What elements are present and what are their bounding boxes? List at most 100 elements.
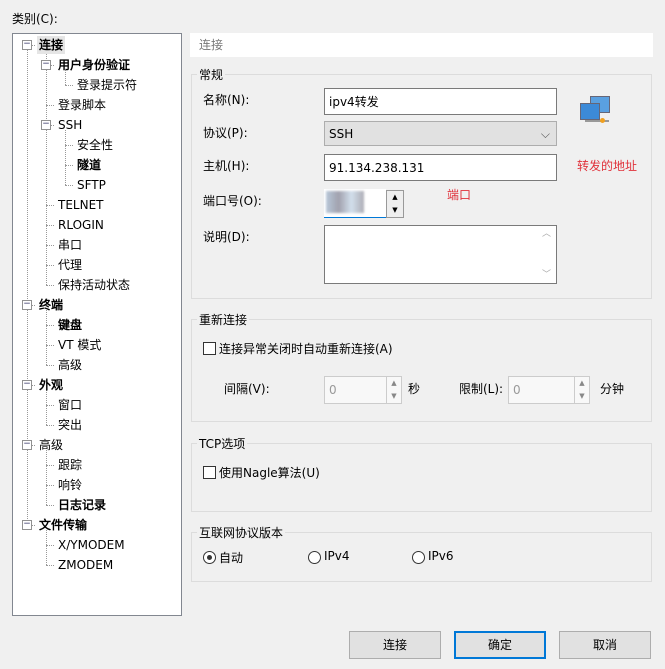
ip-version-title: 互联网协议版本 [197,524,286,541]
tree-item[interactable]: 串口 [58,236,82,254]
tree-item[interactable]: RLOGIN [58,216,104,234]
tree-item[interactable]: ZMODEM [58,556,113,574]
name-label: 名称(N): [203,93,250,107]
limit-label: 限制(L): [459,382,504,396]
limit-input[interactable]: 0 ▲ ▼ [508,376,590,404]
interval-input[interactable]: 0 ▲ ▼ [324,376,402,404]
tree-item[interactable]: 隧道 [77,156,101,174]
port-label: 端口号(O): [203,194,262,208]
radio-ipv6[interactable] [412,551,425,564]
tree-item[interactable]: 文件传输 [39,516,87,534]
host-note: 转发的地址 [577,159,638,173]
tree-item[interactable]: 终端 [39,296,63,314]
tree-line [65,130,66,185]
tree-line [46,365,54,366]
connect-button[interactable]: 连接 [349,631,441,659]
tree-item[interactable]: 用户身份验证 [58,56,130,74]
collapse-icon[interactable]: − [22,40,32,50]
reconnect-group [191,319,652,422]
category-tree[interactable]: − 连接 − 用户身份验证 登录提示符 登录脚本 − SSH 安全性 隧道 SFTP TELNET RL… [12,33,182,616]
tree-line [46,390,47,425]
scroll-up-icon[interactable]: ︿ [542,228,551,240]
collapse-icon[interactable]: − [22,440,32,450]
tree-item[interactable]: SSH [58,116,82,134]
tree-item[interactable]: TELNET [58,196,104,214]
tree-line [46,105,54,106]
tree-item[interactable]: 登录提示符 [77,76,137,94]
collapse-icon[interactable]: − [22,300,32,310]
collapse-icon[interactable]: − [22,520,32,530]
nagle-checkbox[interactable] [203,466,216,479]
scroll-down-icon[interactable]: ﹀ [542,269,551,281]
tree-item[interactable]: 响铃 [58,476,82,494]
collapse-icon[interactable]: − [22,380,32,390]
tree-line [65,185,73,186]
reconnect-title: 重新连接 [197,311,250,328]
auto-reconnect-label: 连接异常关闭时自动重新连接(A) [219,342,393,356]
radio-auto[interactable] [203,551,216,564]
tree-line [27,45,28,525]
tree-item[interactable]: 键盘 [58,316,82,334]
tree-line [46,485,54,486]
interval-value: 0 [329,383,337,397]
interval-label: 间隔(V): [224,382,270,396]
tree-line [46,565,54,566]
collapse-icon[interactable]: − [41,120,51,130]
port-spinner[interactable]: ▲ ▼ [386,190,404,218]
tree-line [65,85,73,86]
auto-reconnect-checkbox[interactable] [203,342,216,355]
port-input[interactable] [324,189,386,218]
tree-line [65,165,73,166]
name-input[interactable]: ipv4转发 [324,88,557,115]
tree-item[interactable]: X/YMODEM [58,536,125,554]
protocol-label: 协议(P): [203,126,248,140]
tree-line [46,345,54,346]
tree-line [46,285,54,286]
radio-ipv6-label: IPv6 [428,549,454,563]
tree-line [46,465,54,466]
category-label: 类别(C): [12,12,58,26]
tree-item[interactable]: 窗口 [58,396,82,414]
tree-line [46,450,47,505]
tree-item[interactable]: 高级 [39,436,63,454]
tree-item[interactable]: 连接 [37,36,66,54]
tree-item[interactable]: 登录脚本 [58,96,106,114]
network-computers-icon [580,96,614,128]
tree-item[interactable]: VT 模式 [58,336,101,354]
protocol-select[interactable]: SSH ⌵ [324,121,557,146]
tcp-title: TCP选项 [197,435,248,452]
description-textarea[interactable]: ︿ ﹀ [324,225,557,284]
tree-line [46,530,47,565]
tree-item[interactable]: 外观 [39,376,63,394]
collapse-icon[interactable]: − [41,60,51,70]
chevron-down-icon: ⌵ [540,127,550,141]
nagle-label: 使用Nagle算法(U) [219,466,320,480]
host-label: 主机(H): [203,159,250,173]
interval-unit: 秒 [408,382,421,396]
tree-item[interactable]: 代理 [58,256,82,274]
radio-auto-label: 自动 [219,551,244,565]
redacted-port [326,191,364,213]
tree-line [46,505,54,506]
tree-line [46,50,47,285]
tree-item[interactable]: 跟踪 [58,456,82,474]
tree-item[interactable]: 保持活动状态 [58,276,130,294]
tree-line [46,545,54,546]
tree-item[interactable]: SFTP [77,176,106,194]
limit-unit: 分钟 [600,382,625,396]
tree-line [65,145,73,146]
cancel-button[interactable]: 取消 [559,631,651,659]
tree-item[interactable]: 安全性 [77,136,113,154]
host-input[interactable]: 91.134.238.131 [324,154,557,181]
tree-line [46,325,54,326]
tree-item[interactable]: 日志记录 [58,496,106,514]
radio-ipv4[interactable] [308,551,321,564]
tree-line [46,205,54,206]
tree-item[interactable]: 高级 [58,356,82,374]
page-header: 连接 [190,33,653,57]
port-note: 端口 [447,188,472,202]
tree-item[interactable]: 突出 [58,416,82,434]
tree-line [46,245,54,246]
ok-button[interactable]: 确定 [454,631,546,659]
tree-line [46,265,54,266]
